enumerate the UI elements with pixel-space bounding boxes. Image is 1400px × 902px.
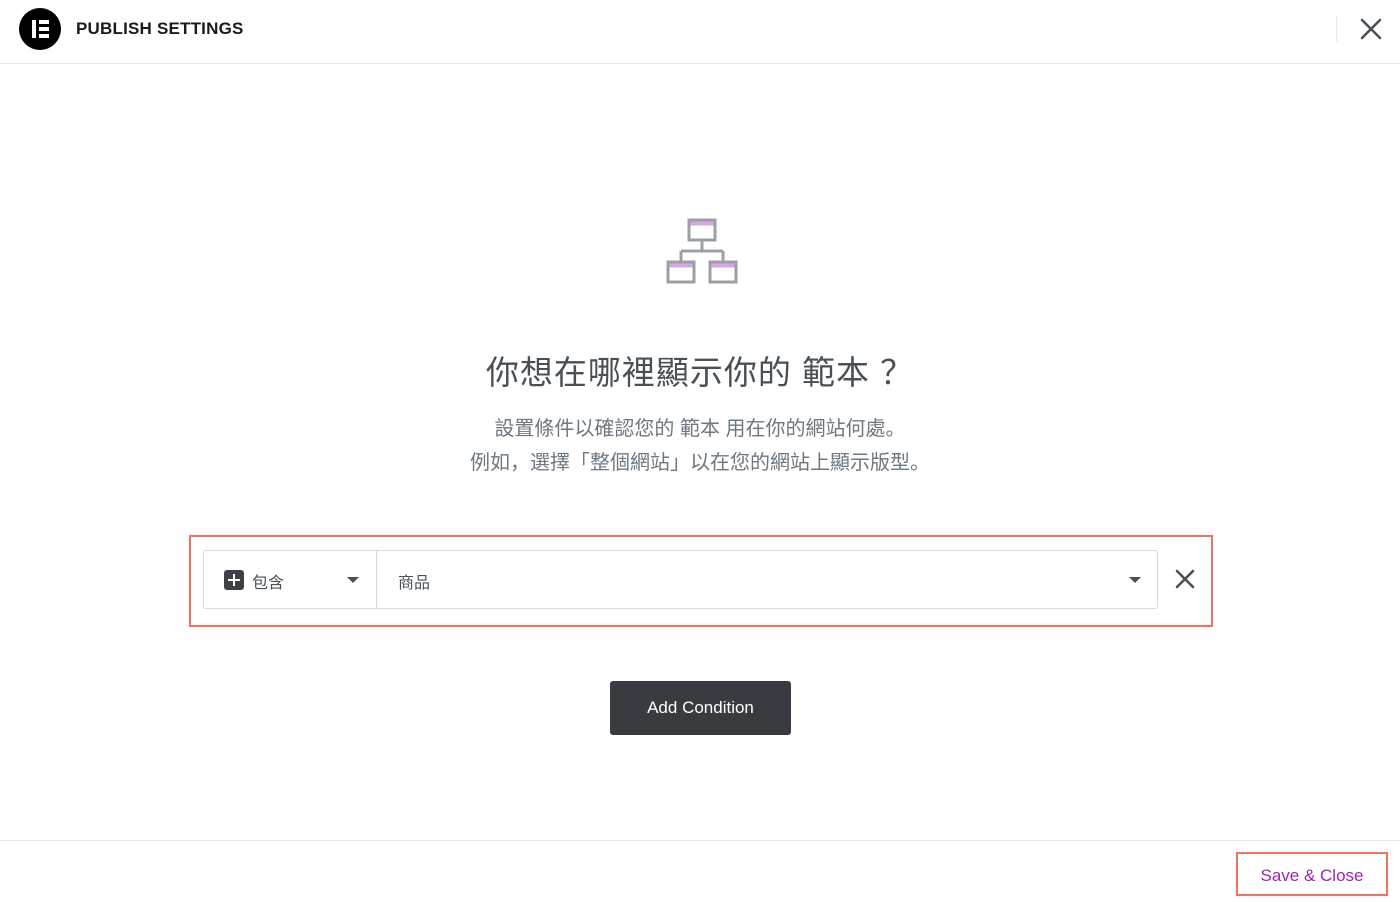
modal-title: PUBLISH SETTINGS [76, 19, 244, 38]
description-line-2: 例如，選擇「整個網站」以在您的網站上顯示版型。 [470, 452, 930, 474]
remove-condition-icon[interactable] [1173, 567, 1197, 591]
close-icon[interactable] [1358, 16, 1384, 42]
condition-value-select[interactable]: 商品 [377, 551, 1157, 608]
description-line-1: 設置條件以確認您的 範本 用在你的網站何處。 [494, 418, 906, 440]
chevron-down-icon [347, 577, 359, 583]
condition-row: 包含 商品 [203, 550, 1158, 609]
condition-value-label: 商品 [398, 575, 431, 592]
condition-type-select[interactable]: 包含 [204, 551, 377, 608]
site-hierarchy-icon [666, 218, 738, 286]
save-close-button[interactable]: Save & Close [1238, 854, 1386, 894]
plus-icon [224, 570, 244, 590]
add-condition-button[interactable]: Add Condition [610, 681, 791, 735]
chevron-down-icon [1129, 577, 1141, 583]
page-description: 設置條件以確認您的 範本 用在你的網站何處。 例如，選擇「整個網站」以在您的網站… [0, 412, 1400, 480]
elementor-logo-icon [19, 8, 61, 50]
modal-footer [0, 840, 1400, 902]
modal-header: PUBLISH SETTINGS [0, 0, 1400, 64]
page-title: 你想在哪裡顯示你的 範本 ？ [485, 354, 915, 391]
condition-type-label: 包含 [252, 575, 285, 592]
header-divider [1336, 16, 1337, 42]
